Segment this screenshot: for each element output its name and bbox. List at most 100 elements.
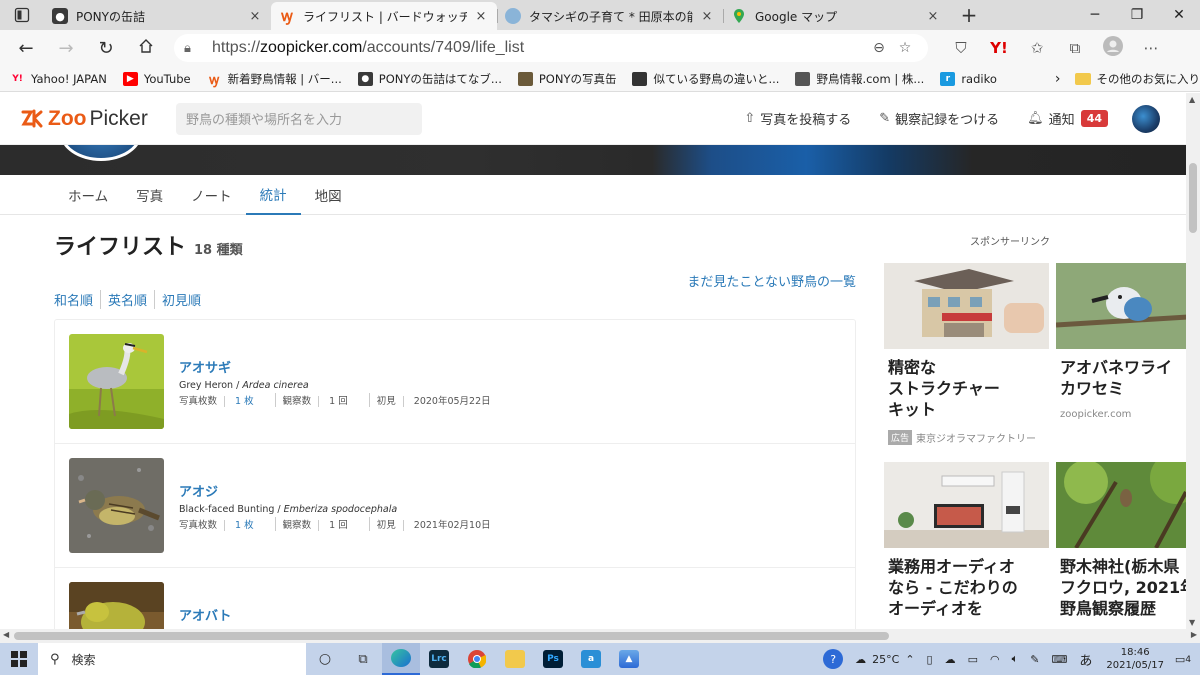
- tab-actions-button[interactable]: [0, 0, 44, 30]
- start-button[interactable]: [0, 651, 38, 667]
- bookmarks-more-button[interactable]: ›: [1055, 71, 1061, 87]
- scroll-down-icon[interactable]: ▼: [1189, 618, 1195, 627]
- weather-temp[interactable]: 25°C: [872, 653, 899, 666]
- ad-card[interactable]: 精密な ストラクチャー キット 広告 東京ジオラマファクトリー: [884, 263, 1049, 445]
- vertical-scrollbar[interactable]: ▲ ▼: [1186, 93, 1200, 629]
- task-view-button[interactable]: ⧉: [344, 643, 382, 675]
- tab-home[interactable]: ホーム: [54, 175, 122, 215]
- settings-more-button[interactable]: ⋯: [1132, 39, 1170, 57]
- url-text[interactable]: https://zoopicker.com/accounts/7409/life…: [212, 39, 866, 57]
- restore-button[interactable]: ❐: [1116, 0, 1158, 30]
- help-icon[interactable]: ?: [823, 649, 844, 669]
- phone-icon[interactable]: ▯: [927, 653, 933, 666]
- address-bar[interactable]: 🔒︎ https://zoopicker.com/accounts/7409/l…: [174, 34, 928, 62]
- add-favorite-icon[interactable]: ☆: [892, 40, 918, 56]
- collections-icon[interactable]: ⧉: [1056, 39, 1094, 57]
- tab-close-icon[interactable]: ×: [925, 9, 941, 24]
- keyboard-icon[interactable]: ⌨: [1051, 653, 1067, 666]
- bookmark-youtube[interactable]: ▶ YouTube: [122, 71, 191, 86]
- post-photo-button[interactable]: ⇧ 写真を投稿する: [744, 109, 851, 128]
- bookmark-pony-hatena[interactable]: ● PONYの缶詰はてなブ...: [357, 71, 502, 87]
- ad-title[interactable]: アオバネワライ カワセミ: [1060, 357, 1186, 399]
- ad-title[interactable]: 業務用オーディオ なら - こだわりの オーディオを: [888, 556, 1049, 619]
- ad-title[interactable]: 精密な ストラクチャー キット: [888, 357, 1049, 420]
- favorites-icon[interactable]: ✩: [1018, 39, 1056, 57]
- tab-google-maps[interactable]: Google マップ ×: [723, 2, 949, 30]
- home-button[interactable]: [126, 38, 166, 59]
- bird-search-input[interactable]: 野鳥の種類や場所名を入力: [176, 102, 422, 135]
- ad-title[interactable]: 野木神社(栃木県 フクロウ, 2021年 野鳥観察履歴: [1060, 556, 1186, 619]
- bird-name-jp[interactable]: アオバト: [179, 605, 231, 624]
- sort-by-english-name[interactable]: 英名順: [108, 290, 156, 309]
- vertical-scroll-thumb[interactable]: [1189, 163, 1197, 233]
- taskbar-chrome[interactable]: [458, 643, 496, 675]
- bird-thumbnail[interactable]: [69, 334, 164, 429]
- forward-button[interactable]: →: [46, 38, 86, 59]
- tab-close-icon[interactable]: ×: [473, 9, 489, 24]
- bird-thumbnail[interactable]: [69, 582, 164, 629]
- volume-icon[interactable]: 🔈︎: [1012, 652, 1019, 666]
- sort-by-japanese-name[interactable]: 和名順: [54, 290, 102, 309]
- bookmark-yahoo[interactable]: Y! Yahoo! JAPAN: [10, 72, 107, 86]
- extension-shield-icon[interactable]: ⛉: [942, 39, 980, 57]
- taskbar-photoshop[interactable]: Ps: [534, 643, 572, 675]
- user-avatar[interactable]: [1132, 104, 1160, 133]
- taskbar-photos[interactable]: ▲: [610, 643, 648, 675]
- bookmark-pony-photo[interactable]: PONYの写真缶: [517, 71, 616, 87]
- action-center-button[interactable]: ▭ 4: [1172, 648, 1194, 670]
- tab-photos[interactable]: 写真: [122, 175, 177, 215]
- unseen-birds-link[interactable]: まだ見たことない野鳥の一覧: [687, 271, 856, 290]
- photo-count-link[interactable]: 1 枚: [235, 520, 261, 531]
- refresh-button[interactable]: ↻: [86, 38, 126, 59]
- cortana-button[interactable]: ○: [306, 643, 344, 675]
- scroll-up-icon[interactable]: ▲: [1189, 95, 1195, 104]
- taskbar-search-input[interactable]: ⚲ 検索: [38, 643, 306, 675]
- back-button[interactable]: ←: [6, 38, 46, 59]
- scroll-left-icon[interactable]: ◀: [3, 630, 9, 639]
- onedrive-icon[interactable]: ☁: [945, 653, 956, 666]
- bird-name-jp[interactable]: アオサギ: [179, 357, 519, 376]
- ad-card[interactable]: アオバネワライ カワセミ zoopicker.com: [1056, 263, 1186, 420]
- bookmark-bird-diff[interactable]: 似ている野鳥の違いと...: [632, 71, 779, 87]
- notifications-button[interactable]: 🔔︎ 通知 44: [1027, 109, 1108, 128]
- tab-map[interactable]: 地図: [301, 175, 356, 215]
- tab-lifelist[interactable]: ꝡ ライフリスト | バードウォッチングならZo ×: [271, 2, 497, 30]
- tray-expand-icon[interactable]: ⌃: [905, 653, 914, 666]
- bookmark-bird-info[interactable]: 野鳥情報.com | 株...: [795, 71, 924, 87]
- battery-icon[interactable]: ▭: [968, 653, 978, 666]
- horizontal-scroll-thumb[interactable]: [14, 632, 889, 640]
- new-tab-button[interactable]: +: [949, 2, 989, 30]
- tab-close-icon[interactable]: ×: [247, 9, 263, 24]
- tab-close-icon[interactable]: ×: [699, 9, 715, 24]
- tab-notes[interactable]: ノート: [177, 175, 246, 215]
- close-window-button[interactable]: ✕: [1158, 0, 1200, 30]
- clock[interactable]: 18:46 2021/05/17: [1106, 646, 1164, 672]
- other-favorites-folder[interactable]: その他のお気に入り: [1074, 71, 1200, 87]
- ad-card[interactable]: 業務用オーディオ なら - こだわりの オーディオを: [884, 462, 1049, 619]
- taskbar-lightroom[interactable]: Lrc: [420, 643, 458, 675]
- zoopicker-logo[interactable]: Zoo Picker: [20, 107, 170, 131]
- bookmark-radiko[interactable]: r radiko: [940, 71, 997, 86]
- profile-button[interactable]: [1094, 36, 1132, 60]
- taskbar-amazon[interactable]: a: [572, 643, 610, 675]
- minimize-button[interactable]: ─: [1074, 0, 1116, 30]
- bird-thumbnail[interactable]: [69, 458, 164, 553]
- taskbar-explorer[interactable]: [496, 643, 534, 675]
- bookmark-zoopicker[interactable]: ꝡ 新着野鳥情報 | バー...: [207, 71, 342, 88]
- tab-tamashigi[interactable]: タマシギの子育て * 田原本の能 * ×: [497, 2, 723, 30]
- tab-pony[interactable]: ● PONYの缶詰 ×: [44, 2, 271, 30]
- ad-card[interactable]: 野木神社(栃木県 フクロウ, 2021年 野鳥観察履歴: [1056, 462, 1186, 619]
- wifi-icon[interactable]: ◠: [990, 653, 1000, 666]
- yahoo-extension-icon[interactable]: Y!: [980, 39, 1018, 57]
- bird-name-jp[interactable]: アオジ: [179, 481, 519, 500]
- add-record-button[interactable]: ✎ 観察記録をつける: [879, 109, 999, 128]
- sort-by-first-seen[interactable]: 初見順: [162, 290, 208, 309]
- zoom-icon[interactable]: ⊖: [866, 40, 892, 56]
- taskbar-edge[interactable]: [382, 643, 420, 675]
- scroll-right-icon[interactable]: ▶: [1191, 630, 1197, 639]
- ime-indicator[interactable]: あ: [1079, 650, 1092, 669]
- photo-count-link[interactable]: 1 枚: [235, 396, 261, 407]
- pen-icon[interactable]: ✎: [1030, 653, 1039, 666]
- weather-icon[interactable]: ☁: [855, 653, 866, 666]
- tab-stats[interactable]: 統計: [245, 175, 301, 215]
